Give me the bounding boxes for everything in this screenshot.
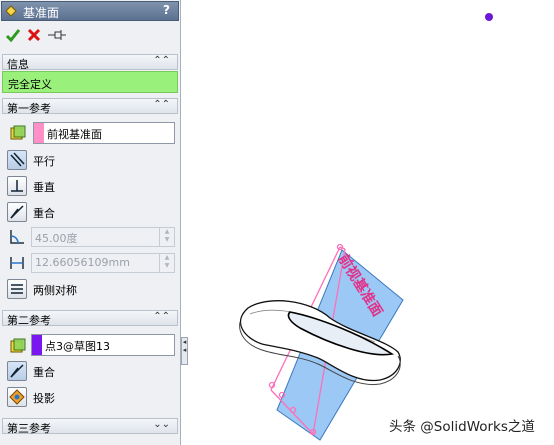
expand-icon: ⌄⌄ bbox=[153, 419, 170, 430]
perpendicular-icon bbox=[11, 180, 23, 192]
projection-icon bbox=[9, 389, 25, 405]
graphics-viewport[interactable]: 前视基准面 bbox=[189, 0, 554, 445]
property-manager: 基准面 ? 信息 ⌃⌃ 完全定义 第一参考 ⌃⌃ 前视基准面 平行 垂直 重合 … bbox=[0, 0, 181, 445]
ref1-section-header[interactable]: 第一参考 ⌃⌃ bbox=[2, 98, 178, 115]
projection-button[interactable] bbox=[7, 387, 27, 407]
ref1-selection-text: 前视基准面 bbox=[47, 128, 102, 141]
symmetric-label: 两侧对称 bbox=[33, 284, 77, 297]
ok-button[interactable] bbox=[4, 26, 22, 44]
parallel-label: 平行 bbox=[33, 155, 55, 168]
face-reference-icon bbox=[8, 123, 28, 143]
collapse-icon: ⌃⌃ bbox=[153, 311, 170, 322]
ref2-selection-box[interactable]: 点3@草图13 bbox=[31, 334, 175, 356]
coincident-icon bbox=[10, 364, 24, 378]
collapse-icon: ⌃⌃ bbox=[153, 55, 170, 66]
angle-spinner[interactable]: ▲ ▼ bbox=[159, 228, 174, 246]
ref2-section-title: 第二参考 bbox=[7, 314, 51, 327]
coincident-label: 重合 bbox=[33, 207, 55, 220]
info-section-title: 信息 bbox=[7, 58, 29, 71]
coincident-icon bbox=[10, 205, 24, 219]
pushpin-icon bbox=[48, 30, 66, 40]
panel-title: 基准面 bbox=[23, 6, 60, 20]
ref3-section-title: 第三参考 bbox=[7, 422, 51, 435]
ref3-section-header[interactable]: 第三参考 ⌄⌄ bbox=[2, 418, 178, 435]
check-icon bbox=[5, 29, 21, 43]
sketch-point[interactable] bbox=[485, 13, 493, 21]
symmetric-icon bbox=[11, 284, 23, 294]
ref1-section-title: 第一参考 bbox=[7, 102, 51, 115]
coincident-button[interactable] bbox=[7, 202, 27, 222]
panel-titlebar: 基准面 ? bbox=[1, 1, 179, 21]
panel-splitter-handle[interactable]: ◂ ◂ bbox=[181, 337, 188, 365]
status-message: 完全定义 bbox=[2, 71, 178, 93]
distance-field[interactable]: 12.66056109mm ▲ ▼ bbox=[31, 253, 175, 273]
ref2-coincident-label: 重合 bbox=[33, 366, 55, 379]
plane-icon bbox=[5, 5, 17, 17]
ref1-color-swatch bbox=[34, 123, 44, 143]
angle-field[interactable]: 45.00度 ▲ ▼ bbox=[31, 227, 175, 247]
distance-spinner[interactable]: ▲ ▼ bbox=[159, 254, 174, 272]
collapse-icon: ⌃⌃ bbox=[153, 99, 170, 110]
parallel-icon bbox=[10, 152, 25, 167]
ref2-color-swatch bbox=[32, 335, 42, 355]
angle-icon bbox=[7, 227, 27, 247]
cancel-button[interactable] bbox=[25, 26, 43, 44]
perpendicular-button[interactable] bbox=[7, 176, 27, 196]
action-bar bbox=[0, 24, 179, 48]
watermark: 头条 @SolidWorks之道 bbox=[389, 419, 535, 435]
projection-label: 投影 bbox=[33, 392, 55, 405]
angle-value: 45.00度 bbox=[35, 232, 78, 245]
distance-icon bbox=[7, 253, 27, 273]
distance-value: 12.66056109mm bbox=[35, 256, 130, 269]
pin-button[interactable] bbox=[46, 26, 68, 44]
help-button[interactable]: ? bbox=[163, 3, 170, 17]
symmetric-button[interactable] bbox=[7, 279, 27, 299]
parallel-button[interactable] bbox=[7, 150, 27, 170]
perpendicular-label: 垂直 bbox=[33, 181, 55, 194]
ref2-selection-text: 点3@草图13 bbox=[45, 340, 110, 353]
ref2-coincident-button[interactable] bbox=[7, 361, 27, 381]
cross-icon bbox=[27, 28, 41, 42]
face-reference-icon bbox=[8, 336, 28, 356]
info-section-header[interactable]: 信息 ⌃⌃ bbox=[2, 54, 178, 71]
ref2-section-header[interactable]: 第二参考 ⌃⌃ bbox=[2, 310, 178, 327]
ref1-selection-box[interactable]: 前视基准面 bbox=[33, 122, 175, 144]
